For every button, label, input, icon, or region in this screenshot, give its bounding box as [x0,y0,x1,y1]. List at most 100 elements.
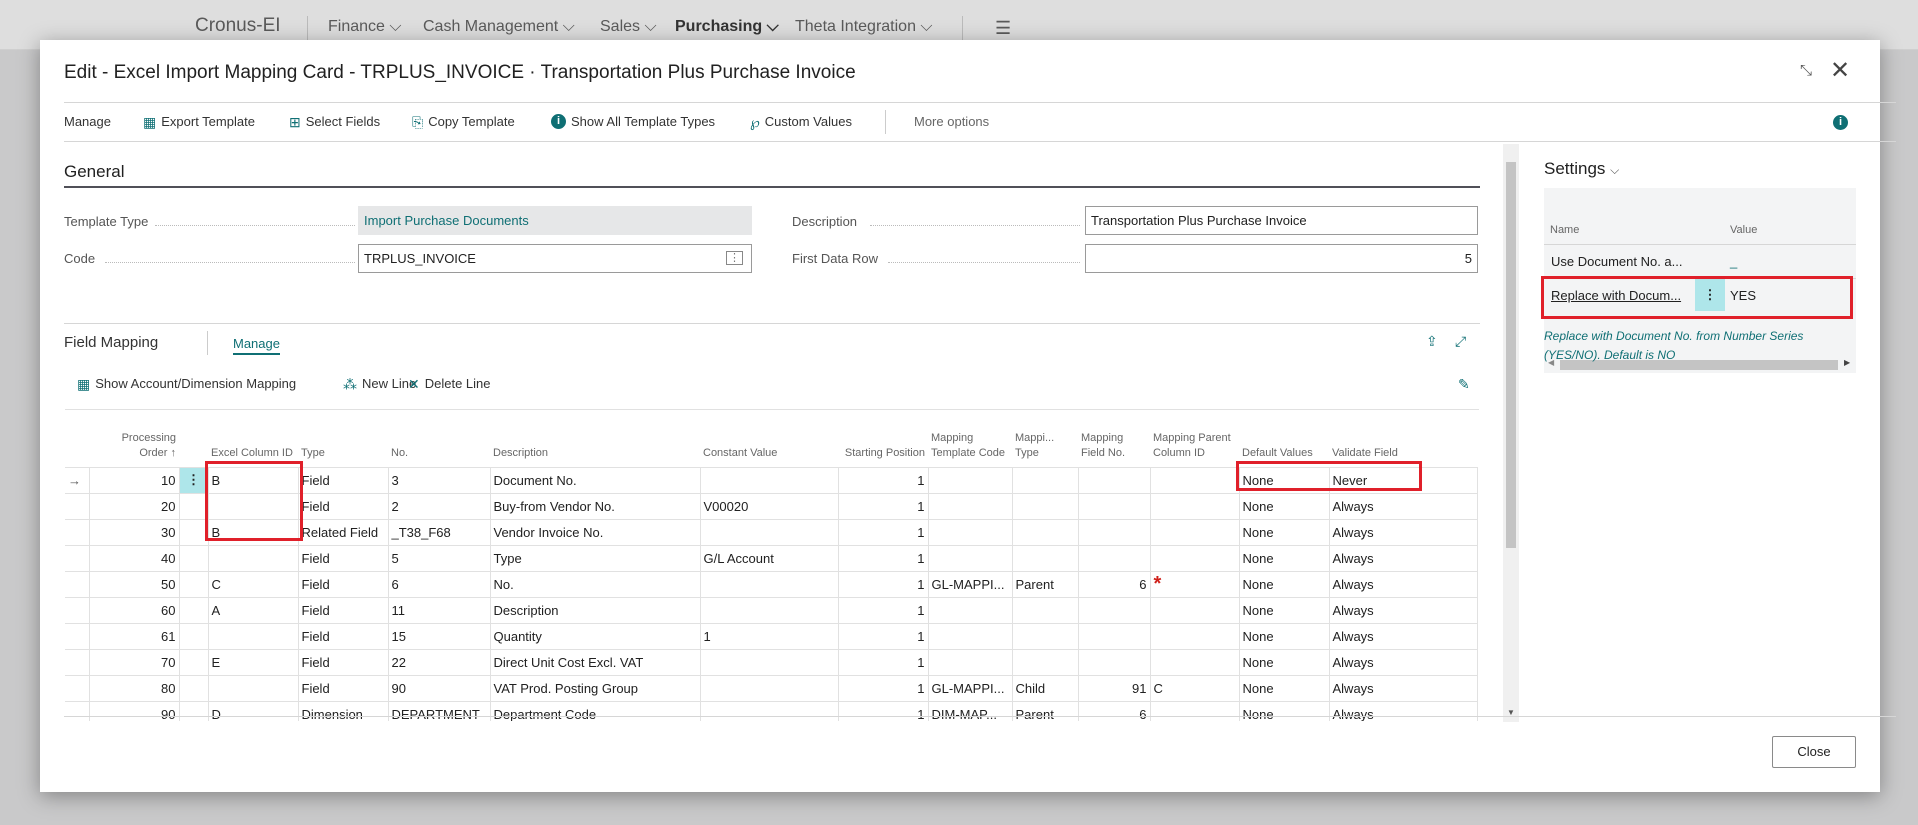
column-header-description[interactable]: Description [490,410,700,468]
cell-mapping-field-no[interactable] [1078,519,1151,546]
cell-excel-column-id[interactable] [208,623,299,650]
cell-mapping-parent-column-id[interactable] [1150,545,1240,572]
cell-description[interactable]: Document No. [490,467,701,494]
cell-excel-column-id[interactable]: E [208,649,299,676]
cell-constant-value[interactable] [700,675,839,702]
cell-validate-field[interactable]: Always [1329,701,1478,721]
column-header-no[interactable]: No. [388,410,490,468]
cell-mapping-parent-column-id[interactable] [1150,597,1240,624]
nav-sales[interactable]: Sales ⌵ [600,18,657,36]
expand-icon[interactable]: ⤢ [1455,333,1466,350]
cell-order[interactable]: 30 [89,519,180,546]
cell-order[interactable]: 90 [89,701,180,721]
column-header-order[interactable]: Processing Order ↑ [89,410,179,468]
cell-type[interactable]: Dimension [298,701,389,721]
cell-no[interactable]: 15 [388,623,491,650]
cell-order[interactable]: 61 [89,623,180,650]
cell-mapping-type[interactable]: Child [1012,675,1079,702]
table-row[interactable]: 61 Field 15 Quantity 1 1 None Always [65,623,1478,650]
table-row[interactable]: 70 E Field 22 Direct Unit Cost Excl. VAT 1 Non… [65,649,1478,676]
cell-description[interactable]: Department Code [490,701,701,721]
company-name[interactable]: Cronus-EI [195,15,281,37]
cell-constant-value[interactable] [700,597,839,624]
cell-order[interactable]: 70 [89,649,180,676]
cell-description[interactable]: Quantity [490,623,701,650]
cell-description[interactable]: Description [490,597,701,624]
cell-starting-position[interactable]: 1 [838,597,929,624]
copy-template-button[interactable]: ⎘ Copy Template [412,114,515,129]
export-template-button[interactable]: ▦ Export Template [143,114,255,129]
cell-mapping-field-no[interactable] [1078,623,1151,650]
cell-default-values[interactable]: None [1239,701,1330,721]
cell-excel-column-id[interactable]: A [208,597,299,624]
cell-validate-field[interactable]: Always [1329,597,1478,624]
cell-type[interactable]: Field [298,467,389,494]
cell-starting-position[interactable]: 1 [838,571,929,598]
cell-mapping-parent-column-id[interactable] [1150,701,1240,721]
cell-starting-position[interactable]: 1 [838,467,929,494]
cell-mapping-type[interactable] [1012,467,1079,494]
cell-default-values[interactable]: None [1239,649,1330,676]
vertical-scrollbar[interactable]: ▼ [1503,144,1519,722]
cell-default-values[interactable]: None [1239,493,1330,520]
cell-no[interactable]: 11 [388,597,491,624]
column-header-mapping-template-code[interactable]: Mapping Template Code [928,410,1012,468]
cell-no[interactable]: 6 [388,571,491,598]
new-line-button[interactable]: ⁂ New Line [343,376,416,391]
cell-default-values[interactable]: None [1239,519,1330,546]
cell-default-values[interactable]: None [1239,623,1330,650]
cell-mapping-field-no[interactable] [1078,467,1151,494]
cell-mapping-field-no[interactable]: 6 [1078,701,1151,721]
cell-constant-value[interactable] [700,649,839,676]
toolbar-manage[interactable]: Manage [64,114,111,129]
general-header[interactable]: General [64,162,124,182]
cell-mapping-parent-column-id[interactable]: * [1150,571,1240,598]
cell-validate-field[interactable]: Always [1329,545,1478,572]
cell-mapping-field-no[interactable]: 6 [1078,571,1151,598]
show-all-template-types-button[interactable]: i Show All Template Types [551,114,715,129]
cell-mapping-parent-column-id[interactable] [1150,519,1240,546]
cell-no[interactable]: 22 [388,649,491,676]
cell-mapping-type[interactable] [1012,623,1079,650]
cell-type[interactable]: Field [298,545,389,572]
cell-no[interactable]: 90 [388,675,491,702]
column-header-mapping-type[interactable]: Mappi... Type [1012,410,1078,468]
scrollbar-thumb[interactable] [1506,162,1516,548]
cell-constant-value[interactable]: V00020 [700,493,839,520]
table-row[interactable]: 40 Field 5 Type G/L Account 1 None Always [65,545,1478,572]
cell-mapping-type[interactable]: Parent [1012,701,1079,721]
table-row[interactable]: 60 A Field 11 Description 1 None Always [65,597,1478,624]
table-row[interactable]: 80 Field 90 VAT Prod. Posting Group 1 GL-MAPP… [65,675,1478,702]
cell-constant-value[interactable] [700,701,839,721]
cell-default-values[interactable]: None [1239,675,1330,702]
column-header-type[interactable]: Type [298,410,388,468]
cell-order[interactable]: 50 [89,571,180,598]
cell-validate-field[interactable]: Always [1329,493,1478,520]
cell-mapping-type[interactable] [1012,493,1079,520]
column-header-mapping-field-no[interactable]: Mapping Field No. [1078,410,1150,468]
cell-mapping-template-code[interactable]: GL-MAPPI... [928,571,1013,598]
cell-type[interactable]: Related Field [298,519,389,546]
nav-cash-management[interactable]: Cash Management ⌵ [423,18,575,36]
cell-excel-column-id[interactable] [208,675,299,702]
cell-description[interactable]: Direct Unit Cost Excl. VAT [490,649,701,676]
cell-default-values[interactable]: None [1239,545,1330,572]
delete-line-button[interactable]: ✕ Delete Line [408,376,491,391]
cell-starting-position[interactable]: 1 [838,649,929,676]
cell-mapping-parent-column-id[interactable] [1150,649,1240,676]
nav-finance[interactable]: Finance ⌵ [328,18,402,36]
cell-excel-column-id[interactable] [208,545,299,572]
assist-edit-icon[interactable]: ⋮ [726,251,743,265]
cell-mapping-field-no[interactable] [1078,649,1151,676]
cell-validate-field[interactable]: Always [1329,519,1478,546]
cell-constant-value[interactable] [700,519,839,546]
nav-purchasing[interactable]: Purchasing ⌵ [675,18,779,36]
settings-row-value[interactable]: _ [1730,254,1737,269]
cell-validate-field[interactable]: Always [1329,623,1478,650]
info-pane-icon[interactable]: i [1833,115,1848,130]
code-field[interactable]: TRPLUS_INVOICE ⋮ [358,244,752,273]
cell-mapping-template-code[interactable] [928,649,1013,676]
cell-description[interactable]: No. [490,571,701,598]
more-options-button[interactable]: More options [914,114,989,129]
cell-description[interactable]: Buy-from Vendor No. [490,493,701,520]
